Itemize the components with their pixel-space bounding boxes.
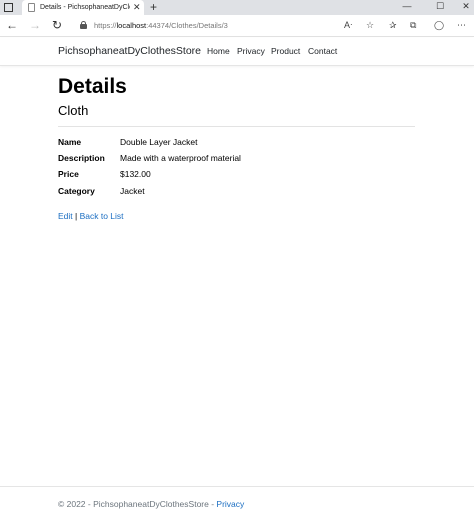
favorites-icon[interactable]: ✰	[389, 19, 397, 31]
more-options-icon[interactable]: ⋯	[457, 19, 466, 31]
add-favorite-icon[interactable]: ☆	[366, 19, 374, 31]
maximize-icon[interactable]: ☐	[433, 0, 447, 13]
nav-link-product[interactable]: Product	[271, 45, 300, 57]
copyright-text: © 2022 - PichsophaneatDyClothesStore -	[58, 499, 217, 509]
refresh-icon[interactable]: ↻	[52, 18, 62, 32]
read-aloud-icon[interactable]: Aᐧ	[344, 19, 352, 31]
new-tab-icon[interactable]: +	[150, 0, 157, 15]
brand-link[interactable]: PichsophaneatDyClothesStore	[58, 44, 201, 58]
detail-value-price: $132.00	[120, 169, 151, 179]
window-close-icon[interactable]: ✕	[459, 0, 473, 13]
nav-link-contact[interactable]: Contact	[308, 45, 337, 57]
page-title: Details	[58, 75, 127, 98]
address-bar[interactable]: https://localhost:44374/Clothes/Details/…	[72, 18, 330, 34]
browser-tab[interactable]: Details - PichsophaneatDyClothes ✕	[22, 0, 144, 15]
link-separator: |	[72, 211, 80, 221]
forward-icon[interactable]: →	[29, 18, 41, 32]
page-subtitle: Cloth	[58, 103, 89, 118]
profile-icon[interactable]: ◯	[434, 19, 444, 31]
detail-value-description: Made with a waterproof material	[120, 153, 241, 163]
back-icon[interactable]: ←	[6, 18, 18, 32]
edit-link[interactable]: Edit	[58, 211, 73, 221]
tab-title: Details - PichsophaneatDyClothes	[40, 4, 130, 11]
divider	[58, 126, 415, 127]
detail-label-price: Price	[58, 169, 79, 179]
collections-icon[interactable]: ⧉	[410, 19, 416, 31]
url-text[interactable]: https://localhost:44374/Clothes/Details/…	[94, 20, 228, 31]
detail-label-category: Category	[58, 186, 95, 196]
site-navbar: PichsophaneatDyClothesStore Home Privacy…	[0, 38, 474, 66]
page-favicon-icon	[28, 3, 35, 12]
nav-link-home[interactable]: Home	[207, 45, 230, 57]
footer-privacy-link[interactable]: Privacy	[216, 499, 244, 509]
minimize-icon[interactable]: —	[400, 0, 414, 13]
detail-label-description: Description	[58, 153, 105, 163]
nav-link-privacy[interactable]: Privacy	[237, 45, 265, 57]
tab-close-icon[interactable]: ✕	[133, 1, 141, 13]
browser-toolbar: ← → ↻ https://localhost:44374/Clothes/De…	[0, 15, 474, 37]
detail-value-name: Double Layer Jacket	[120, 137, 198, 147]
footer-text: © 2022 - PichsophaneatDyClothesStore - P…	[58, 498, 244, 510]
site-footer: © 2022 - PichsophaneatDyClothesStore - P…	[0, 486, 474, 513]
lock-icon[interactable]	[80, 21, 87, 29]
browser-tab-bar: Details - PichsophaneatDyClothes ✕ + — ☐…	[0, 0, 474, 15]
back-to-list-link[interactable]: Back to List	[80, 211, 124, 221]
detail-value-category: Jacket	[120, 186, 145, 196]
window-menu-icon[interactable]	[4, 3, 13, 12]
action-links: Edit | Back to List	[58, 210, 124, 222]
detail-label-name: Name	[58, 137, 82, 147]
